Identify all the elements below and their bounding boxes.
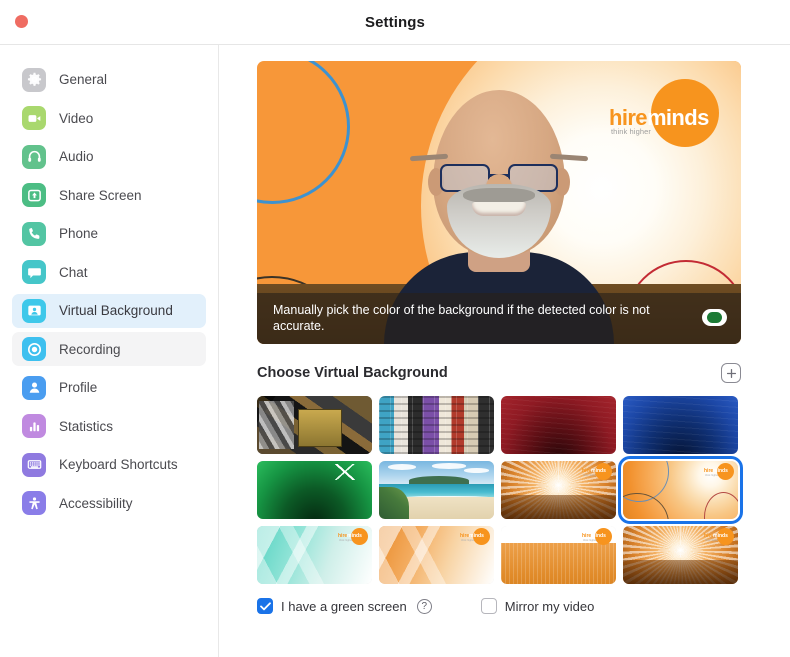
thumbnail-art <box>257 396 372 454</box>
background-thumbnail-green-underwater[interactable] <box>257 461 372 519</box>
thumbnail-hireminds-logo: hireminds think higher <box>338 528 368 545</box>
gear-icon <box>22 67 46 92</box>
sidebar-item-statistics[interactable]: Statistics <box>12 409 206 443</box>
mirror-video-option[interactable]: Mirror my video <box>480 598 595 614</box>
sidebar-item-label: General <box>59 72 108 87</box>
sidebar-item-label: Chat <box>59 264 88 280</box>
sidebar-item-label: Statistics <box>59 418 114 434</box>
background-thumbnail-orange-geometric[interactable]: hireminds think higher <box>379 526 494 584</box>
recording-icon <box>22 337 46 361</box>
background-thumbnail-red-gradient[interactable] <box>501 396 616 454</box>
headphones-icon <box>22 144 46 169</box>
background-thumbnail-orange-sunburst[interactable]: hireminds think higher <box>501 461 616 519</box>
preview-hint-text: Manually pick the color of the backgroun… <box>273 302 650 333</box>
background-thumbnail-poster-collage[interactable] <box>379 396 494 454</box>
sidebar-item-accessibility[interactable]: Accessibility <box>12 486 206 520</box>
video-camera-icon <box>22 106 46 130</box>
page-title: Settings <box>365 13 425 31</box>
background-thumbnail-blue-gradient[interactable] <box>623 396 738 454</box>
background-thumbnail-teal-geometric[interactable]: hireminds think higher <box>257 526 372 584</box>
sidebar-item-chat[interactable]: Chat <box>12 255 206 289</box>
background-options: I have a green screen ? Mirror my video <box>257 598 741 614</box>
sidebar-item-keyboard-shortcuts[interactable]: Keyboard Shortcuts <box>12 448 206 482</box>
logo-text-minds: minds <box>646 105 709 130</box>
video-preview[interactable]: hireminds think higher Manually pick the… <box>257 61 741 344</box>
thumbnail-logo-tagline: think higher <box>461 539 475 542</box>
thumbnail-logo-tagline: think higher <box>705 539 719 542</box>
virtual-background-icon <box>22 298 46 323</box>
sidebar-item-label: Virtual Background <box>59 303 173 318</box>
sidebar-item-label: Phone <box>59 226 99 241</box>
thumbnail-hireminds-logo: hireminds think higher <box>582 528 612 545</box>
hireminds-logo: hireminds think higher <box>609 79 719 151</box>
background-circle-blue <box>257 61 350 204</box>
close-icon[interactable] <box>15 15 28 28</box>
thumbnail-art <box>623 396 738 454</box>
background-thumbnail-hireminds-orange-circles[interactable]: hireminds think higher <box>618 456 743 524</box>
sidebar-item-recording[interactable]: Recording <box>12 332 206 366</box>
sidebar-item-label: Audio <box>59 149 94 164</box>
sidebar-item-phone[interactable]: Phone <box>12 217 206 251</box>
share-screen-icon <box>22 183 46 207</box>
sidebar-item-label: Keyboard Shortcuts <box>59 457 178 472</box>
thumbnail-hireminds-logo: hireminds think higher <box>704 463 734 480</box>
background-color-picker[interactable] <box>702 309 727 326</box>
add-background-button[interactable] <box>721 363 741 383</box>
keyboard-icon <box>22 452 46 477</box>
sidebar-item-label: Share Screen <box>59 187 142 203</box>
thumbnail-hireminds-logo: hireminds think higher <box>582 463 612 480</box>
sidebar-item-audio[interactable]: Audio <box>12 140 206 174</box>
preview-hint-banner: Manually pick the color of the backgroun… <box>257 293 741 344</box>
chat-bubble-icon <box>22 260 46 284</box>
sidebar-item-label: Recording <box>59 341 121 357</box>
phone-icon <box>22 221 46 246</box>
thumbnail-art <box>379 396 494 454</box>
profile-person-icon <box>22 375 46 400</box>
sidebar-item-label: Profile <box>59 380 98 395</box>
sidebar-item-share-screen[interactable]: Share Screen <box>12 178 206 212</box>
thumbnail-logo-tagline: think higher <box>583 539 597 542</box>
thumbnail-logo-tagline: think higher <box>583 474 597 477</box>
sidebar-item-virtual-background[interactable]: Virtual Background <box>12 293 206 328</box>
green-screen-checkbox[interactable] <box>257 598 273 614</box>
logo-tagline: think higher <box>611 127 651 136</box>
sidebar-item-label: Accessibility <box>59 495 133 511</box>
thumbnail-hireminds-logo: hireminds think higher <box>704 528 734 545</box>
settings-sidebar: General Video Audio Share Screen Phone Chat Vi… <box>0 45 219 657</box>
sidebar-item-video[interactable]: Video <box>12 101 206 135</box>
mirror-video-checkbox[interactable] <box>480 598 497 614</box>
window-body: General Video Audio Share Screen Phone Chat Vi… <box>0 45 790 657</box>
sidebar-item-label: Video <box>59 110 94 126</box>
green-screen-option[interactable]: I have a green screen ? <box>257 598 432 614</box>
window-title-bar: Settings <box>0 0 790 45</box>
bar-chart-icon <box>22 414 46 438</box>
thumbnail-art <box>379 461 494 519</box>
background-thumbnail-grid: hireminds think higher hireminds think high… <box>257 396 743 584</box>
mirror-video-label: Mirror my video <box>504 598 595 614</box>
person-mouth <box>472 202 526 216</box>
sidebar-item-general[interactable]: General <box>12 63 206 97</box>
thumbnail-art <box>257 461 372 519</box>
background-thumbnail-beach-shoreline[interactable] <box>379 461 494 519</box>
thumbnail-hireminds-logo: hireminds think higher <box>460 528 490 545</box>
thumbnail-logo-tagline: think higher <box>339 539 353 542</box>
thumbnail-art <box>501 396 616 454</box>
help-icon[interactable]: ? <box>416 598 432 614</box>
virtual-background-panel: hireminds think higher Manually pick the… <box>219 45 790 657</box>
section-title: Choose Virtual Background <box>257 365 448 381</box>
green-screen-label: I have a green screen <box>281 598 407 614</box>
choose-background-header: Choose Virtual Background <box>257 363 741 383</box>
accessibility-icon <box>22 491 46 515</box>
sidebar-item-profile[interactable]: Profile <box>12 371 206 405</box>
background-thumbnail-orange-curve[interactable]: hireminds think higher <box>501 526 616 584</box>
background-thumbnail-photo-collage[interactable] <box>257 396 372 454</box>
thumbnail-logo-tagline: think higher <box>705 474 719 477</box>
background-thumbnail-orange-sunburst-2[interactable]: hireminds think higher <box>623 526 738 584</box>
